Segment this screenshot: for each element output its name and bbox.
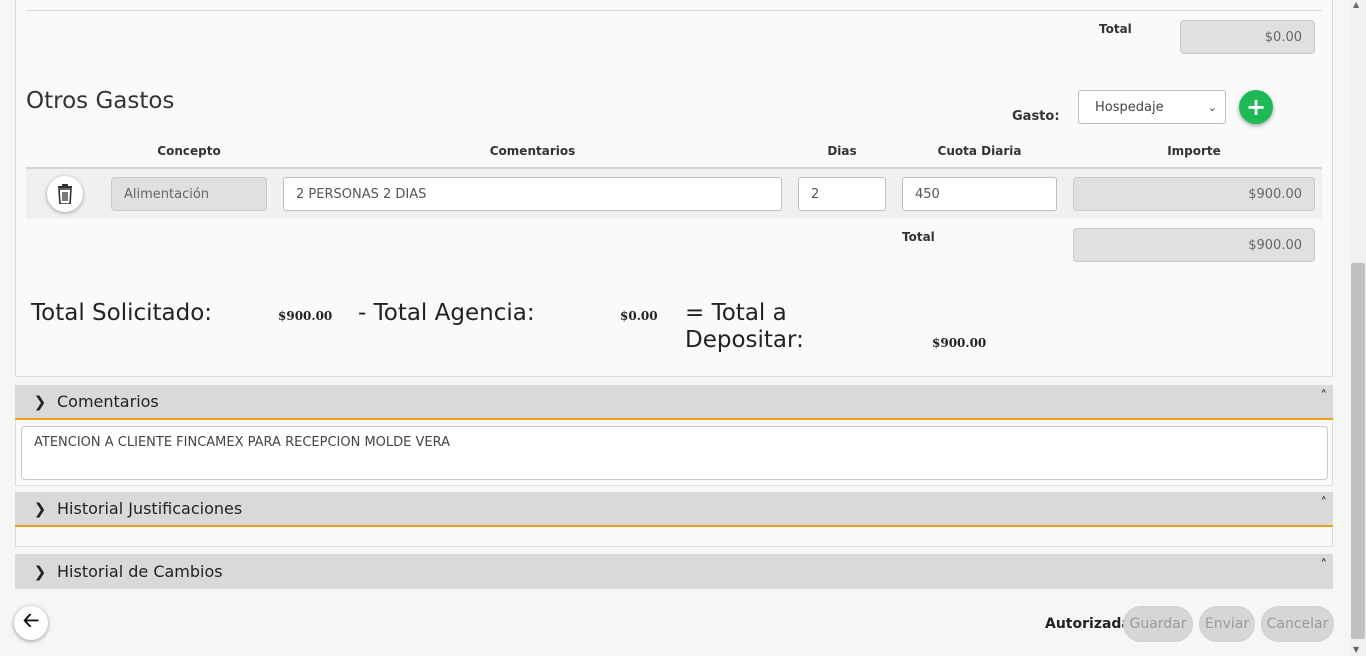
enviar-button[interactable]: Enviar (1199, 606, 1255, 642)
cancelar-button[interactable]: Cancelar (1261, 606, 1334, 642)
col-dias: Dias (827, 144, 857, 158)
importe-field: $900.00 (1073, 177, 1315, 211)
comentarios-textarea[interactable]: ATENCION A CLIENTE FINCAMEX PARA RECEPCI… (21, 426, 1328, 480)
caret-up-icon: ˄ (1320, 389, 1328, 404)
total-solicitado-label: Total Solicitado: (31, 300, 213, 326)
cuota-diaria-input[interactable]: 450 (902, 177, 1057, 211)
comentarios-accordion-header[interactable]: ❯ Comentarios ˄ (15, 385, 1333, 420)
add-gasto-button[interactable]: + (1239, 90, 1273, 124)
gasto-label: Gasto: (1012, 109, 1060, 124)
delete-row-button[interactable] (47, 176, 83, 212)
arrow-left-icon: 🡠 (22, 608, 40, 632)
total-agencia-label: - Total Agencia: (358, 300, 535, 326)
chevron-down-icon: ❯ (33, 562, 47, 581)
concepto-field: Alimentación (111, 177, 267, 211)
historial-cambios-title: Historial de Cambios (57, 562, 223, 581)
scroll-down-icon[interactable]: ▼ (1353, 645, 1359, 654)
chevron-down-icon: ❯ (33, 392, 47, 411)
total-solicitado-value: $900.00 (278, 309, 333, 323)
gasto-select[interactable]: Hospedaje ⌄ (1078, 90, 1226, 124)
scroll-up-icon[interactable]: ▲ (1353, 0, 1359, 9)
dias-input[interactable]: 2 (798, 177, 886, 211)
otros-total-field: $900.00 (1073, 228, 1315, 262)
total-depositar-label-2: Depositar: (685, 327, 804, 353)
historial-justificaciones-header[interactable]: ❯ Historial Justificaciones ˄ (15, 492, 1333, 527)
plus-circle-icon: + (1245, 93, 1267, 121)
caret-up-icon: ˄ (1320, 558, 1328, 573)
col-cuota: Cuota Diaria (937, 144, 1022, 158)
total-depositar-value: $900.00 (932, 336, 987, 350)
scrollbar-thumb[interactable] (1351, 263, 1365, 639)
top-total-label: Total (1099, 22, 1132, 36)
divider (26, 10, 1322, 11)
col-concepto: Concepto (157, 144, 221, 158)
total-depositar-label: = Total a (685, 300, 787, 326)
historial-justificaciones-title: Historial Justificaciones (57, 499, 243, 518)
top-total-field: $0.00 (1180, 20, 1315, 54)
caret-up-icon: ˄ (1320, 496, 1328, 511)
chevron-down-icon: ⌄ (1207, 100, 1217, 114)
historial-justificaciones-body (15, 527, 1333, 547)
chevron-down-icon: ❯ (33, 499, 47, 518)
historial-cambios-header[interactable]: ❯ Historial de Cambios ˄ (15, 554, 1333, 589)
col-comentarios: Comentarios (489, 144, 576, 158)
status-label: Autorizada (1045, 616, 1131, 632)
otros-total-label: Total (902, 230, 935, 244)
trash-icon (58, 184, 72, 204)
total-agencia-value: $0.00 (620, 309, 658, 323)
comentarios-input[interactable]: 2 PERSONAS 2 DIAS (283, 177, 782, 211)
back-button[interactable]: 🡠 (14, 606, 48, 640)
otros-gastos-title: Otros Gastos (26, 88, 175, 114)
col-importe: Importe (1167, 144, 1221, 158)
comentarios-title: Comentarios (57, 392, 159, 411)
guardar-button[interactable]: Guardar (1123, 606, 1193, 642)
